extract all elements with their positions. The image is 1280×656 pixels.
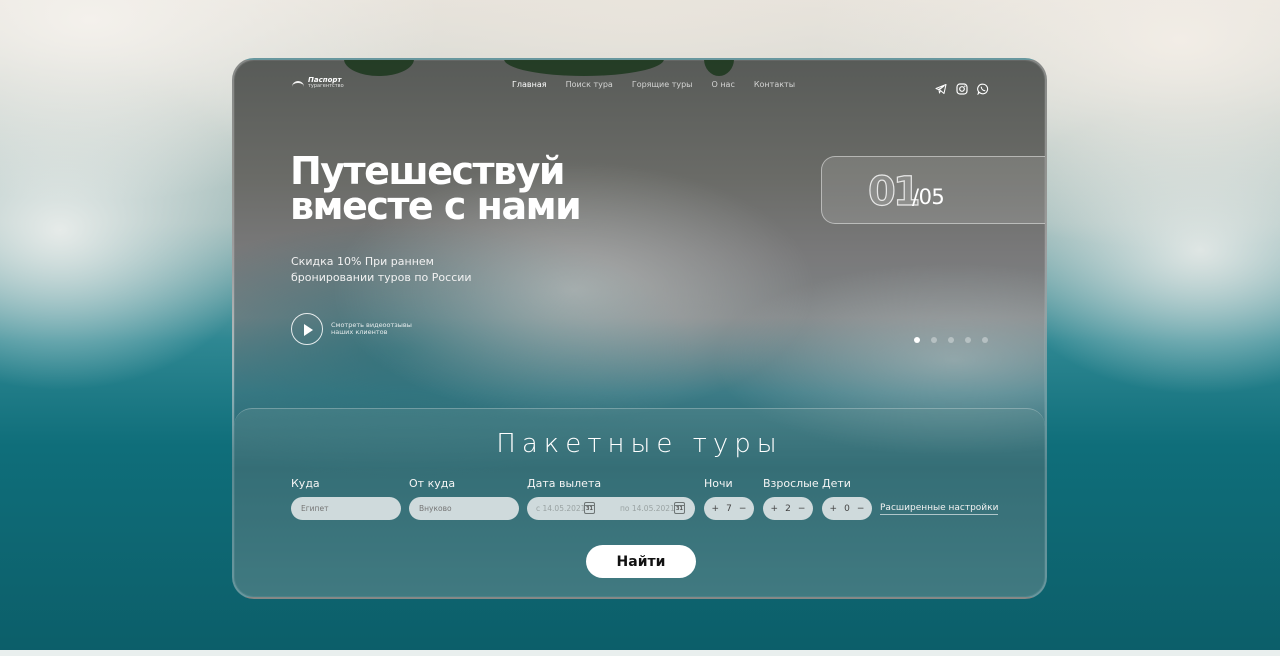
- video-reviews-label: Смотреть видеоотзывы наших клиентов: [331, 321, 412, 336]
- date-range-field[interactable]: с 14.05.2021 31 по 14.05.2021 31: [527, 497, 695, 520]
- nav-item-contacts[interactable]: Контакты: [754, 80, 795, 89]
- find-button[interactable]: Найти: [586, 545, 696, 578]
- whatsapp-icon[interactable]: [977, 80, 989, 96]
- advanced-settings-link[interactable]: Расширенные настройки: [880, 503, 999, 515]
- slider-dot[interactable]: [948, 337, 954, 343]
- slide-total: /05: [912, 185, 945, 209]
- increment-button[interactable]: +: [830, 504, 838, 514]
- nights-label: Ночи: [704, 477, 733, 490]
- slider-dot[interactable]: [982, 337, 988, 343]
- nav-item-hot-tours[interactable]: Горящие туры: [632, 80, 693, 89]
- adults-value: 2: [785, 503, 791, 514]
- children-label: Дети: [822, 477, 851, 490]
- calendar-icon[interactable]: 31: [584, 502, 595, 514]
- logo-mark-icon: [292, 81, 304, 89]
- main-menu: Главная Поиск тура Горящие туры О нас Ко…: [512, 80, 795, 89]
- from-label: От куда: [409, 477, 456, 490]
- play-icon[interactable]: [291, 313, 323, 345]
- top-nav: Паспорт турагентство Главная Поиск тура …: [234, 60, 1045, 110]
- decrement-button[interactable]: −: [857, 504, 865, 514]
- logo-subtitle: турагентство: [308, 83, 344, 89]
- background-strip: [0, 650, 1280, 656]
- to-label: Куда: [291, 477, 320, 490]
- social-links: [935, 80, 989, 96]
- decrement-button[interactable]: −: [739, 504, 747, 514]
- slider-dot[interactable]: [931, 337, 937, 343]
- slider-dots: [914, 337, 988, 343]
- slide-counter: 01 /05: [821, 156, 1045, 224]
- instagram-icon[interactable]: [956, 80, 968, 95]
- main-card: Паспорт турагентство Главная Поиск тура …: [232, 58, 1047, 599]
- video-reviews[interactable]: Смотреть видеоотзывы наших клиентов: [291, 313, 416, 345]
- nights-value: 7: [726, 503, 732, 514]
- adults-label: Взрослые: [763, 477, 819, 490]
- adults-stepper: + 2 −: [763, 497, 813, 520]
- date-to[interactable]: по 14.05.2021: [620, 497, 675, 520]
- calendar-icon[interactable]: 31: [674, 502, 685, 514]
- telegram-icon[interactable]: [935, 80, 947, 94]
- nights-stepper: + 7 −: [704, 497, 754, 520]
- slide-current: 01: [867, 168, 921, 215]
- hero-subtitle: Скидка 10% При раннем бронировании туров…: [291, 255, 472, 284]
- nav-item-about[interactable]: О нас: [711, 80, 734, 89]
- search-panel: Пакетные туры Куда От куда Дата вылета с…: [234, 408, 1045, 597]
- date-from[interactable]: с 14.05.2021: [536, 497, 585, 520]
- children-value: 0: [844, 503, 850, 514]
- nav-item-tour-search[interactable]: Поиск тура: [566, 80, 613, 89]
- destination-input[interactable]: [291, 497, 401, 520]
- logo[interactable]: Паспорт турагентство: [292, 77, 344, 89]
- slider-dot[interactable]: [914, 337, 920, 343]
- hero-title-line2: вместе с нами: [290, 184, 582, 228]
- children-stepper: + 0 −: [822, 497, 872, 520]
- hero-title: Путешествуй вместе с нами: [290, 152, 630, 228]
- search-panel-title: Пакетные туры: [496, 429, 783, 459]
- increment-button[interactable]: +: [712, 504, 720, 514]
- increment-button[interactable]: +: [771, 504, 779, 514]
- slider-dot[interactable]: [965, 337, 971, 343]
- nav-item-home[interactable]: Главная: [512, 80, 547, 89]
- departure-input[interactable]: [409, 497, 519, 520]
- date-label: Дата вылета: [527, 477, 602, 490]
- decrement-button[interactable]: −: [798, 504, 806, 514]
